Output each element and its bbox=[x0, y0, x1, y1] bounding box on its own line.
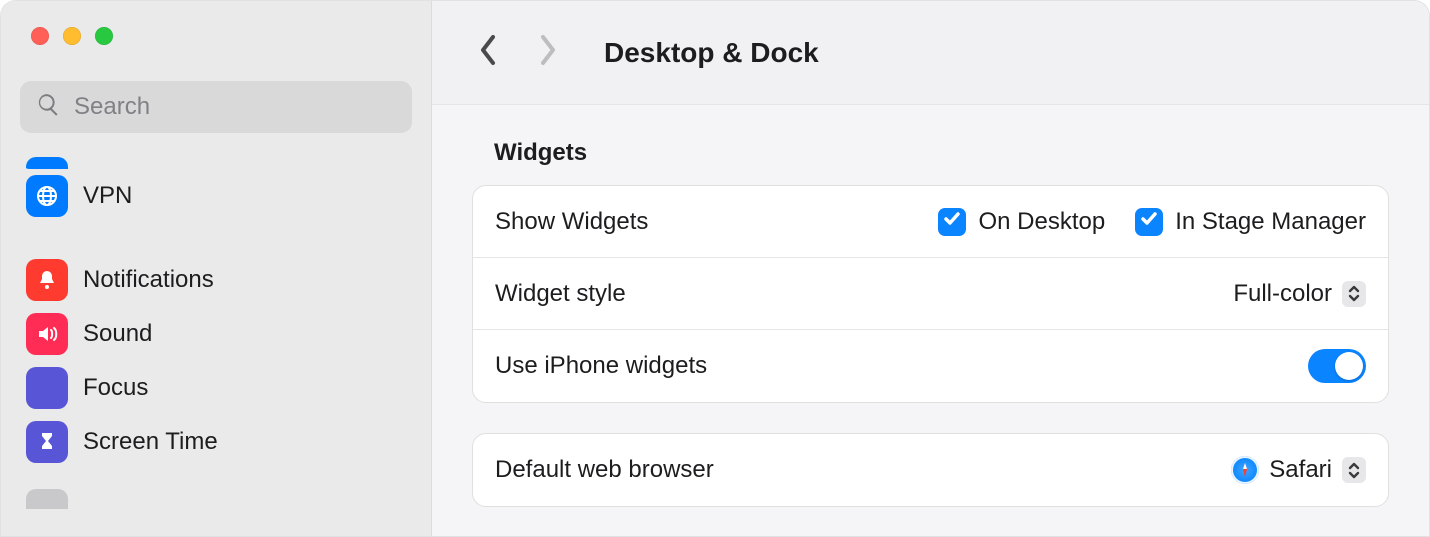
widgets-panel: Show Widgets On Desktop In S bbox=[472, 185, 1389, 403]
window-maximize-button[interactable] bbox=[95, 27, 113, 45]
checkbox-box bbox=[1135, 208, 1163, 236]
section-title: Widgets bbox=[494, 139, 1389, 167]
sidebar-item-focus[interactable]: Focus bbox=[20, 361, 412, 415]
checkbox-group: On Desktop In Stage Manager bbox=[938, 208, 1366, 236]
hourglass-icon bbox=[26, 421, 68, 463]
use-iphone-toggle[interactable] bbox=[1308, 349, 1366, 383]
checkbox-box bbox=[938, 208, 966, 236]
row-label: Default web browser bbox=[495, 456, 1231, 484]
sidebar-item-label: Sound bbox=[83, 320, 152, 348]
sidebar-item-label: Notifications bbox=[83, 266, 214, 294]
search-field[interactable] bbox=[20, 81, 412, 133]
popup-value: Full-color bbox=[1233, 280, 1332, 308]
checkbox-label: On Desktop bbox=[978, 208, 1105, 236]
sidebar-item-notifications[interactable]: Notifications bbox=[20, 253, 412, 307]
sidebar-item-label: VPN bbox=[83, 182, 132, 210]
check-icon bbox=[1140, 210, 1158, 233]
window-minimize-button[interactable] bbox=[63, 27, 81, 45]
titlebar: Desktop & Dock bbox=[432, 1, 1429, 105]
traffic-lights bbox=[1, 1, 431, 45]
row-use-iphone-widgets: Use iPhone widgets bbox=[473, 330, 1388, 402]
check-icon bbox=[943, 210, 961, 233]
content-area: Widgets Show Widgets On Desktop bbox=[432, 105, 1429, 536]
sidebar-item-sound[interactable]: Sound bbox=[20, 307, 412, 361]
globe-icon bbox=[26, 175, 68, 217]
sidebar-item-partial[interactable] bbox=[20, 145, 412, 169]
sidebar-item-label: Screen Time bbox=[83, 428, 218, 456]
settings-window: VPN Notifications Sound Focus bbox=[0, 0, 1430, 537]
row-label: Widget style bbox=[495, 280, 1233, 308]
row-widget-style: Widget style Full-color bbox=[473, 258, 1388, 330]
popup-value: Safari bbox=[1269, 456, 1332, 484]
chevron-right-icon bbox=[536, 33, 558, 72]
row-show-widgets: Show Widgets On Desktop In S bbox=[473, 186, 1388, 258]
sidebar-item-vpn[interactable]: VPN bbox=[20, 169, 412, 223]
row-default-browser: Default web browser Safari bbox=[473, 434, 1388, 506]
checkbox-on-desktop[interactable]: On Desktop bbox=[938, 208, 1105, 236]
checkbox-label: In Stage Manager bbox=[1175, 208, 1366, 236]
default-browser-panel: Default web browser Safari bbox=[472, 433, 1389, 507]
nav-forward-button[interactable] bbox=[530, 36, 564, 70]
checkbox-in-stage-manager[interactable]: In Stage Manager bbox=[1135, 208, 1366, 236]
popup-chevrons-icon bbox=[1342, 457, 1366, 483]
default-browser-popup[interactable]: Safari bbox=[1231, 456, 1366, 484]
sidebar: VPN Notifications Sound Focus bbox=[1, 1, 432, 536]
sidebar-list: VPN Notifications Sound Focus bbox=[1, 133, 431, 469]
window-close-button[interactable] bbox=[31, 27, 49, 45]
row-label: Use iPhone widgets bbox=[495, 352, 1308, 380]
safari-icon bbox=[1231, 456, 1259, 484]
sidebar-item-partial-bottom[interactable] bbox=[1, 489, 431, 509]
widget-style-popup[interactable]: Full-color bbox=[1233, 280, 1366, 308]
row-label: Show Widgets bbox=[495, 208, 938, 236]
main-content: Desktop & Dock Widgets Show Widgets On D… bbox=[432, 1, 1429, 536]
sidebar-item-label: Focus bbox=[83, 374, 148, 402]
nav-back-button[interactable] bbox=[472, 36, 506, 70]
sidebar-item-screen-time[interactable]: Screen Time bbox=[20, 415, 412, 469]
moon-icon bbox=[26, 367, 68, 409]
partial-icon bbox=[26, 157, 68, 169]
chevron-left-icon bbox=[478, 33, 500, 72]
popup-chevrons-icon bbox=[1342, 281, 1366, 307]
speaker-icon bbox=[26, 313, 68, 355]
page-title: Desktop & Dock bbox=[604, 37, 819, 69]
search-input[interactable] bbox=[72, 92, 396, 122]
toggle-knob bbox=[1335, 352, 1363, 380]
bell-icon bbox=[26, 259, 68, 301]
search-icon bbox=[36, 92, 61, 122]
